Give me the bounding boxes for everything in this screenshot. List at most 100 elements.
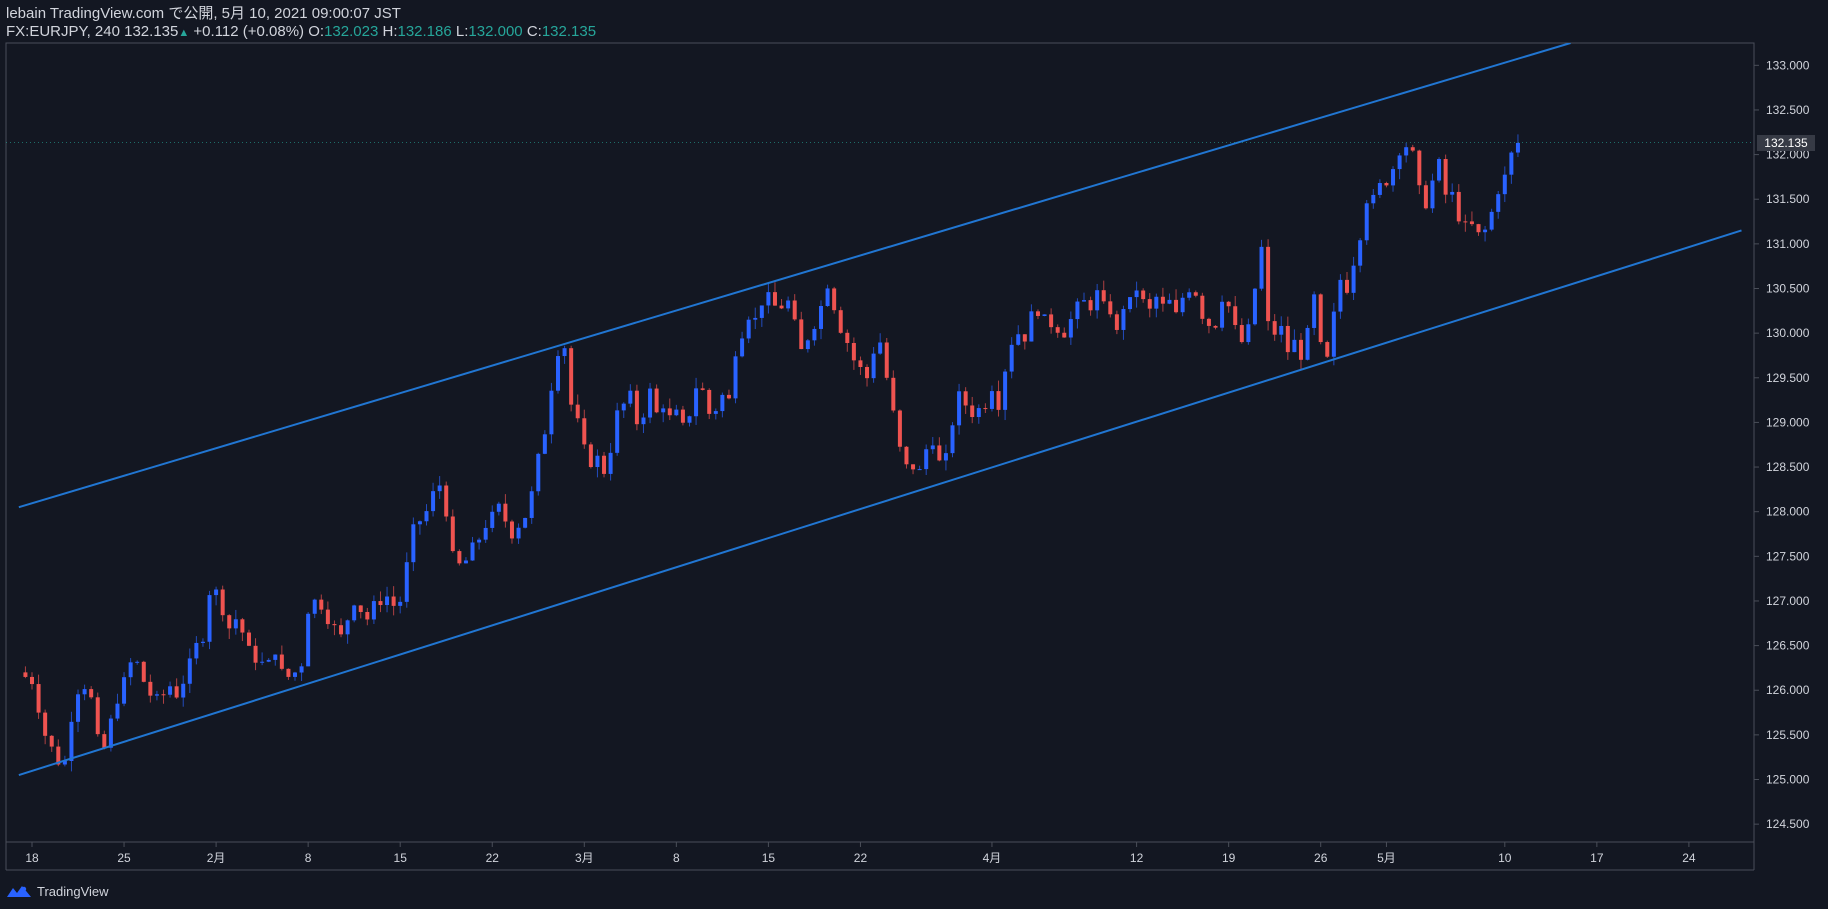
x-tick-label: 19 (1222, 851, 1236, 865)
x-tick-label: 2月 (207, 851, 226, 865)
candle-body (1364, 203, 1369, 241)
tradingview-logo-icon[interactable] (6, 884, 32, 898)
candle-body (937, 445, 942, 461)
candle-body (391, 596, 396, 606)
y-tick-label: 128.000 (1766, 505, 1810, 519)
candle-body (1009, 344, 1014, 372)
candle-body (819, 306, 823, 329)
candle-body (417, 521, 422, 525)
candle-body (30, 676, 34, 685)
candle-body (970, 405, 975, 418)
y-tick-label: 129.000 (1766, 415, 1810, 429)
candle-body (345, 620, 350, 635)
candle-body (148, 681, 153, 696)
candle-body (996, 391, 1001, 410)
x-tick-label: 26 (1314, 851, 1328, 865)
candle-body (227, 615, 232, 629)
candle-body (1476, 224, 1481, 233)
candle-body (168, 686, 173, 695)
candle-body (1016, 334, 1021, 345)
candle-body (214, 589, 219, 596)
candle-body (1213, 325, 1218, 328)
candle-body (595, 455, 600, 468)
candle-body (332, 624, 337, 626)
candle-body (542, 434, 547, 454)
candle-body (1095, 290, 1100, 311)
candle-body (930, 445, 935, 450)
footer: TradingView (6, 880, 109, 902)
candle-body (838, 310, 843, 333)
candle-body (1397, 155, 1402, 170)
candle-body (1114, 314, 1119, 330)
candle-body (76, 694, 81, 722)
candle-body (1272, 321, 1277, 335)
candle-body (832, 288, 837, 311)
candle-body (615, 410, 620, 453)
candle-body (792, 300, 797, 320)
candle-body (1226, 301, 1231, 307)
candle-body (108, 718, 113, 748)
candle-body (628, 390, 633, 404)
candle-body (102, 734, 107, 748)
candle-body (1049, 314, 1054, 328)
candle-body (983, 408, 988, 410)
candle-body (1351, 265, 1356, 293)
candle-body (740, 338, 745, 357)
candle-body (1068, 319, 1073, 338)
candle-body (562, 348, 567, 357)
x-tick-label: 24 (1682, 851, 1696, 865)
candle-body (352, 605, 357, 621)
candle-body (523, 517, 528, 528)
candle-body (950, 425, 955, 454)
candle-body (1312, 294, 1317, 328)
candle-body (878, 342, 883, 354)
candle-body (713, 411, 718, 414)
plot-frame (5, 42, 1755, 843)
candle-body (786, 300, 791, 309)
x-tick-label: 3月 (575, 851, 594, 865)
candle-body (503, 503, 508, 522)
candle-body (1377, 183, 1382, 195)
candle-body (1391, 169, 1396, 186)
candle-body (516, 527, 521, 539)
candle-body (1029, 311, 1034, 342)
candle-body (1108, 301, 1113, 315)
candle-body (365, 611, 370, 620)
candle-body (1101, 290, 1106, 302)
candle-body (1062, 332, 1067, 338)
y-tick-label: 125.500 (1766, 728, 1810, 742)
x-tick-label: 5月 (1377, 851, 1396, 865)
candle-body (1003, 371, 1008, 410)
candle-body (174, 686, 179, 698)
candle-body (1496, 194, 1501, 212)
candle-body (1022, 334, 1027, 342)
price-chart[interactable]: 124.500 125.000 125.500 126.000 126.500 127.0… (0, 0, 1828, 909)
candle-body (1430, 180, 1435, 209)
candle-body (1088, 300, 1093, 311)
candle-body (1279, 325, 1284, 335)
candle-body (582, 418, 587, 445)
candle-body (943, 453, 948, 461)
y-tick-label: 130.000 (1766, 326, 1810, 340)
candle-body (266, 659, 271, 662)
candle-body (766, 292, 771, 306)
candle-body (154, 694, 159, 696)
candle-body (378, 601, 383, 606)
candle-body (549, 390, 554, 435)
footer-brand[interactable]: TradingView (37, 884, 109, 899)
candle-body (1515, 142, 1520, 153)
candle-body (1252, 288, 1257, 325)
last-price-label: 132.135 (1757, 134, 1815, 151)
candle-body (608, 452, 613, 474)
candle-body (371, 601, 376, 620)
candle-body (667, 408, 672, 416)
x-tick-label: 25 (117, 851, 131, 865)
candle-body (1292, 339, 1297, 353)
candle-body (1404, 147, 1409, 156)
candle-body (299, 666, 304, 673)
candle-body (1174, 299, 1179, 313)
candle-body (529, 491, 534, 518)
candle-body (851, 343, 856, 361)
candle-body (891, 377, 896, 411)
candle-body (1187, 292, 1192, 298)
